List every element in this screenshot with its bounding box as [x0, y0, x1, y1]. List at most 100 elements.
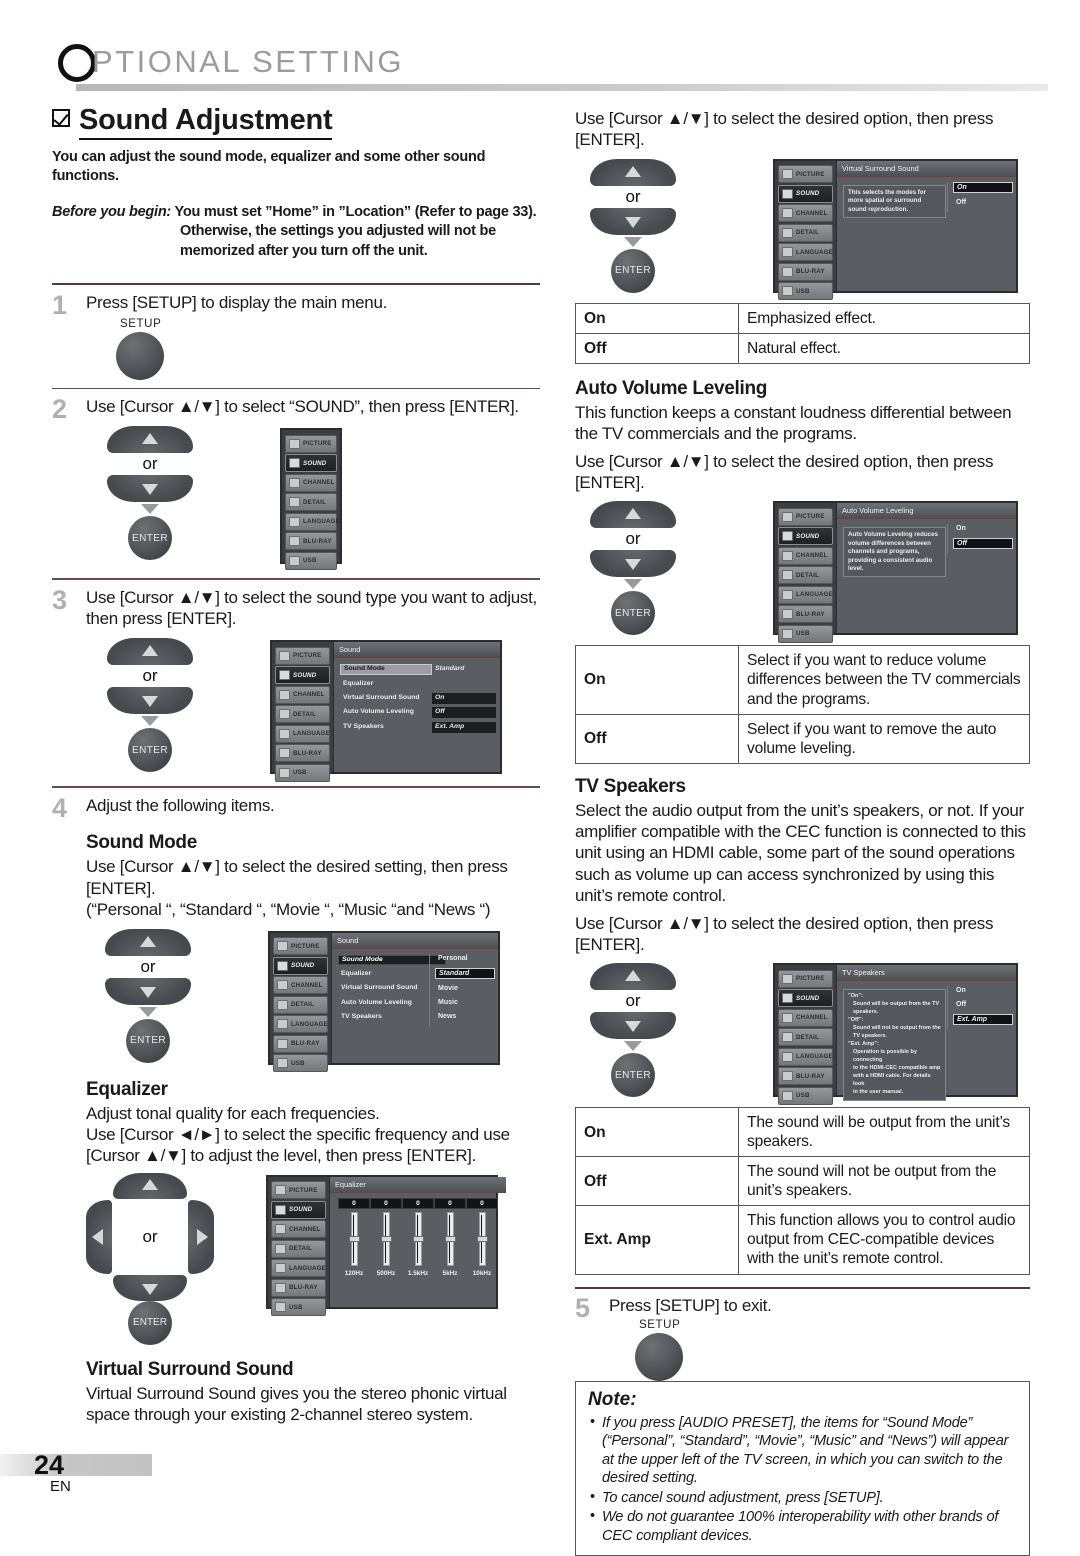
osd-menu-usb[interactable]: USB: [275, 764, 330, 782]
osd-row-vss[interactable]: Virtual Surround SoundOn: [340, 693, 496, 704]
enter-button-eq[interactable]: ENTER: [128, 1301, 172, 1345]
osd-menu-sound[interactable]: SOUND: [273, 957, 328, 975]
enter-button-tvspk[interactable]: ENTER: [611, 1053, 655, 1097]
osd-menu-language[interactable]: LANGUAGE: [778, 243, 833, 261]
osd-menu-picture[interactable]: PICTURE: [273, 937, 328, 955]
osd-menu-usb[interactable]: USB: [778, 282, 833, 300]
eq-band-thumb[interactable]: [445, 1236, 456, 1242]
osd-menu-sound[interactable]: SOUND: [778, 185, 833, 203]
cursor-down-button-avl[interactable]: [590, 550, 676, 577]
osd-menu-sound[interactable]: SOUND: [271, 1201, 326, 1219]
osd-menu-usb[interactable]: USB: [778, 1087, 833, 1105]
osd-menu-channel[interactable]: CHANNEL: [285, 474, 337, 492]
osd-menu-channel[interactable]: CHANNEL: [275, 686, 330, 704]
cursor-up-button-eq[interactable]: [113, 1173, 187, 1199]
osd-row-sound-mode[interactable]: Sound ModeStandard: [340, 664, 496, 675]
cursor-down-button-vss[interactable]: [590, 208, 676, 235]
eq-band-thumb[interactable]: [349, 1236, 360, 1242]
osd-option-off[interactable]: Off: [953, 538, 1013, 549]
enter-button-sm[interactable]: ENTER: [126, 1019, 170, 1063]
osd-menu-language[interactable]: LANGUAGE: [275, 725, 330, 743]
osd-option-news[interactable]: News: [435, 1012, 495, 1021]
eq-band-thumb[interactable]: [413, 1236, 424, 1242]
osd-menu-picture[interactable]: PICTURE: [778, 970, 833, 988]
four-way-pad[interactable]: or: [86, 1173, 214, 1301]
osd-menu-language[interactable]: LANGUAGE: [271, 1259, 326, 1277]
cursor-down-button-tvspk[interactable]: [590, 1012, 676, 1039]
eq-band-track[interactable]: [447, 1212, 454, 1266]
enter-button-3[interactable]: ENTER: [128, 728, 172, 772]
osd-menu-usb[interactable]: USB: [271, 1298, 326, 1316]
cursor-updown-graphic-soundmode[interactable]: or ENTER: [100, 929, 196, 1063]
osd-menu-bluray[interactable]: BLU-RAY: [271, 1279, 326, 1297]
osd-option-on[interactable]: On: [953, 986, 1013, 995]
osd-menu-picture[interactable]: PICTURE: [271, 1181, 326, 1199]
cursor-up-button-sm[interactable]: [105, 929, 191, 956]
cursor-down-button-sm[interactable]: [105, 978, 191, 1005]
osd-menu-sound[interactable]: SOUND: [275, 666, 330, 684]
osd-menu-bluray[interactable]: BLU-RAY: [275, 744, 330, 762]
osd-option-on[interactable]: On: [953, 182, 1013, 193]
cursor-up-button-tvspk[interactable]: [590, 963, 676, 990]
osd-menu-detail[interactable]: DETAIL: [285, 493, 337, 511]
osd-menu-picture[interactable]: PICTURE: [778, 165, 833, 183]
osd-menu-detail[interactable]: DETAIL: [778, 224, 833, 242]
cursor-updown-graphic-2[interactable]: or ENTER: [102, 426, 198, 560]
osd-menu-channel[interactable]: CHANNEL: [271, 1220, 326, 1238]
osd-option-on[interactable]: On: [953, 524, 1013, 533]
enter-button-vss[interactable]: ENTER: [611, 249, 655, 293]
osd-menu-detail[interactable]: DETAIL: [273, 996, 328, 1014]
osd-option-off[interactable]: Off: [953, 1000, 1013, 1009]
eq-band[interactable]: 0 10kHz: [466, 1198, 498, 1277]
osd-menu-language[interactable]: LANGUAGE: [285, 513, 337, 531]
cursor-up-button-vss[interactable]: [590, 159, 676, 186]
eq-band-thumb[interactable]: [477, 1236, 488, 1242]
eq-band-thumb[interactable]: [381, 1236, 392, 1242]
osd-row-equalizer[interactable]: Equalizer: [340, 679, 496, 690]
cursor-down-button-3[interactable]: [107, 687, 193, 714]
eq-band[interactable]: 0 1.5kHz: [402, 1198, 434, 1277]
osd-option-standard[interactable]: Standard: [435, 968, 495, 979]
eq-band-track[interactable]: [383, 1212, 390, 1266]
cursor-right-button-eq[interactable]: [188, 1200, 214, 1274]
setup-knob-1[interactable]: [116, 332, 164, 380]
osd-menu-usb[interactable]: USB: [285, 552, 337, 570]
setup-knob-5[interactable]: [635, 1333, 683, 1381]
cursor-updown-graphic-tvspk[interactable]: or ENTER: [585, 963, 681, 1097]
eq-band-track[interactable]: [351, 1212, 358, 1266]
setup-button-graphic-1[interactable]: SETUP: [112, 318, 202, 380]
cursor-up-button-avl[interactable]: [590, 501, 676, 528]
osd-menu-channel[interactable]: CHANNEL: [778, 547, 833, 565]
cursor-pad-graphic[interactable]: or ENTER: [86, 1173, 214, 1345]
osd-menu-detail[interactable]: DETAIL: [778, 566, 833, 584]
osd-menu-picture[interactable]: PICTURE: [285, 435, 337, 453]
osd-menu-bluray[interactable]: BLU-RAY: [778, 263, 833, 281]
osd-menu-detail[interactable]: DETAIL: [778, 1028, 833, 1046]
osd-menu-sound[interactable]: SOUND: [778, 989, 833, 1007]
cursor-updown-graphic-3[interactable]: or ENTER: [102, 638, 198, 772]
osd-menu-usb[interactable]: USB: [778, 625, 833, 643]
cursor-down-button-eq[interactable]: [113, 1275, 187, 1301]
cursor-up-button-3[interactable]: [107, 638, 193, 665]
osd-menu-channel[interactable]: CHANNEL: [778, 204, 833, 222]
osd-option-off[interactable]: Off: [953, 198, 1013, 207]
cursor-down-button-2[interactable]: [107, 475, 193, 502]
osd-option-music[interactable]: Music: [435, 998, 495, 1007]
eq-band-track[interactable]: [415, 1212, 422, 1266]
osd-menu-language[interactable]: LANGUAGE: [273, 1015, 328, 1033]
eq-band-track[interactable]: [479, 1212, 486, 1266]
osd-option-extamp[interactable]: Ext. Amp: [953, 1014, 1013, 1025]
osd-menu-usb[interactable]: USB: [273, 1054, 328, 1072]
osd-menu-channel[interactable]: CHANNEL: [778, 1009, 833, 1027]
cursor-updown-graphic-avl[interactable]: or ENTER: [585, 501, 681, 635]
osd-menu-picture[interactable]: PICTURE: [275, 647, 330, 665]
osd-option-movie[interactable]: Movie: [435, 984, 495, 993]
setup-button-graphic-5[interactable]: SETUP: [631, 1319, 721, 1381]
cursor-updown-graphic-vss[interactable]: or ENTER: [585, 159, 681, 293]
osd-menu-bluray[interactable]: BLU-RAY: [285, 532, 337, 550]
osd-row-tvspeakers[interactable]: TV SpeakersExt. Amp: [340, 722, 496, 733]
osd-menu-channel[interactable]: CHANNEL: [273, 976, 328, 994]
osd-menu-detail[interactable]: DETAIL: [271, 1240, 326, 1258]
eq-band[interactable]: 0 120Hz: [338, 1198, 370, 1277]
osd-menu-bluray[interactable]: BLU-RAY: [778, 1067, 833, 1085]
